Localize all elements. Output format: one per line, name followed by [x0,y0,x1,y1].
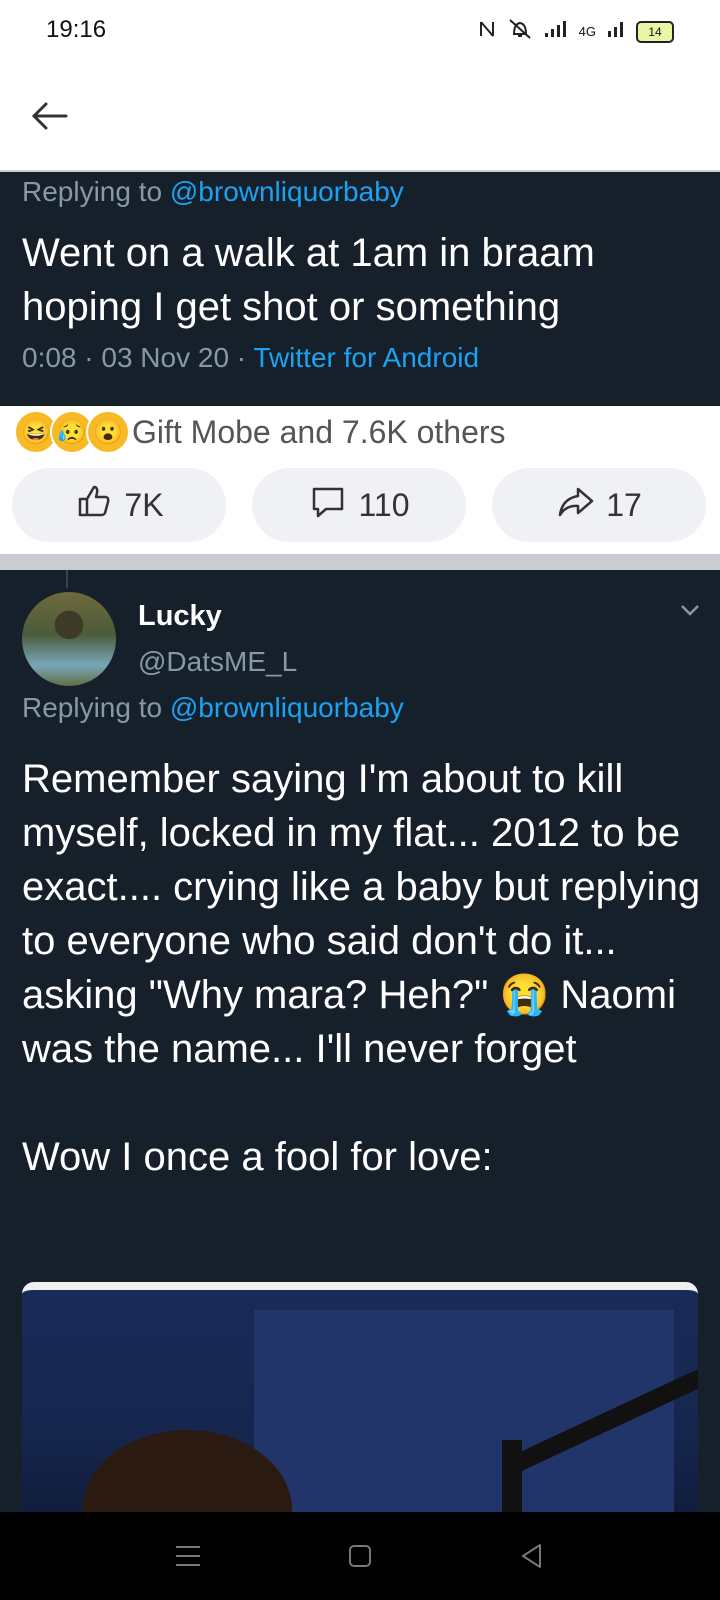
user-handle: @DatsME_L [138,646,298,677]
reactions-summary: Gift Mobe and 7.6K others [132,414,506,450]
tweet-screenshot-bottom: Lucky @DatsME_L Replying to @brownliquor… [0,570,720,1512]
avatar [22,592,116,686]
app-bar [0,64,720,170]
comment-button[interactable]: 110 [252,468,466,542]
home-icon[interactable] [342,1538,378,1574]
tweet-text: Remember saying I'm about to kill myself… [22,757,701,1179]
mute-bell-icon [507,18,533,45]
reactions-row[interactable]: 😆 😥 😮 Gift Mobe and 7.6K others [0,406,720,458]
tweet-client: Twitter for Android [253,342,480,373]
comment-count: 110 [358,486,410,523]
like-count: 7K [124,486,164,523]
thumbs-up-icon [74,481,114,529]
tweet-screenshot-top: Replying to @brownliquorbaby Went on a w… [0,170,720,408]
replying-to-line: Replying to @brownliquorbaby [22,176,404,208]
user-name: Lucky [138,600,222,632]
status-icons: 4G 14 [477,18,674,45]
nfc-icon [477,19,497,44]
share-button[interactable]: 17 [492,468,706,542]
replying-to-line: Replying to @brownliquorbaby [22,692,404,724]
post-divider [0,554,720,570]
back-arrow-icon[interactable] [28,94,72,138]
signal-icon-2 [606,19,626,44]
battery-icon: 14 [636,20,674,43]
tweet-text: Went on a walk at 1am in braam hoping I … [22,231,595,329]
chevron-down-icon [678,598,702,622]
tweet-media-image [22,1282,698,1512]
network-type: 4G [578,24,596,39]
system-nav-bar [0,1512,720,1600]
status-bar: 19:16 4G 14 [0,0,720,64]
back-icon[interactable] [514,1538,550,1574]
wow-reaction-icon: 😮 [86,410,130,454]
replying-prefix: Replying to [22,692,170,723]
share-count: 17 [606,486,642,523]
signal-icon [543,19,569,44]
like-button[interactable]: 7K [12,468,226,542]
comment-bubble-icon [308,481,348,529]
reaction-emojis: 😆 😥 😮 [14,410,130,454]
replying-handle: @brownliquorbaby [169,692,404,723]
media-mic-stand [502,1440,522,1512]
status-time: 19:16 [46,16,107,43]
thread-line [66,570,68,588]
replying-handle: @brownliquorbaby [169,176,404,207]
share-arrow-icon [556,481,596,529]
tweet-meta: 0:08 · 03 Nov 20 · Twitter for Android [22,342,479,374]
replying-prefix: Replying to [22,176,170,207]
menu-icon[interactable] [170,1538,206,1574]
tweet-time: 0:08 · 03 Nov 20 · [22,342,254,373]
